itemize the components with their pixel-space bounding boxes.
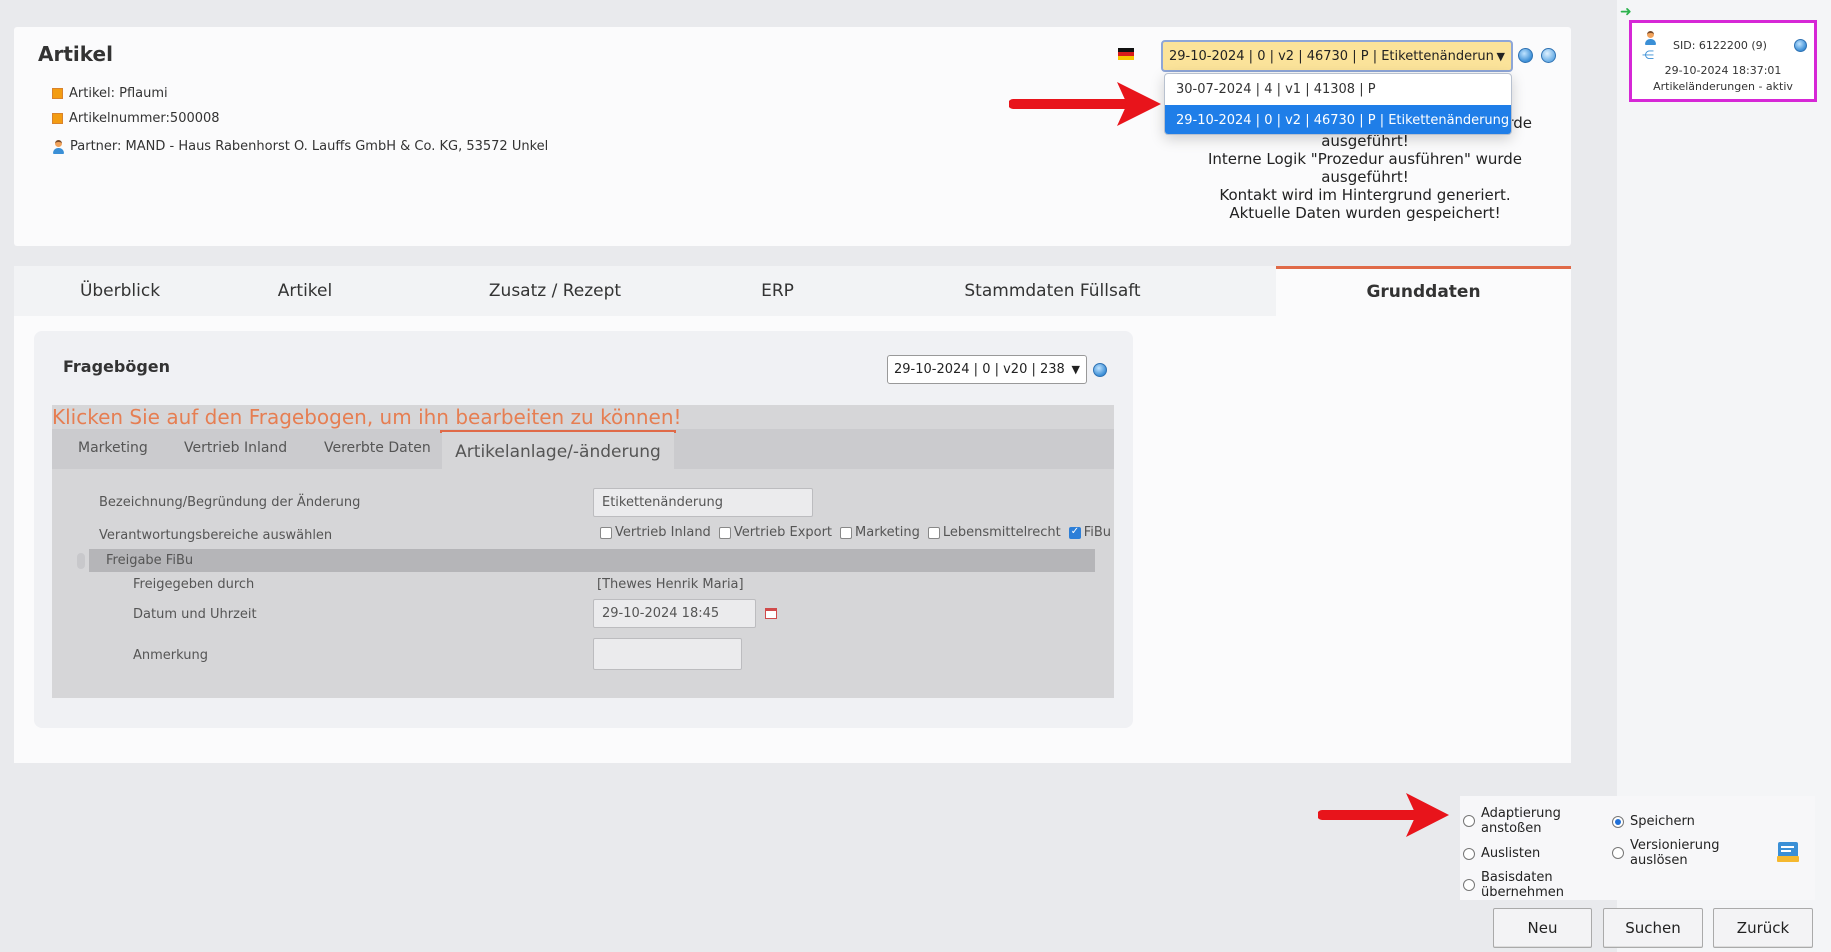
radio-auslisten[interactable]: Auslisten	[1463, 846, 1540, 861]
article-number-line: Artikelnummer:500008	[52, 111, 220, 126]
remark-label: Anmerkung	[133, 648, 208, 663]
article-name-line: Artikel: Pflaumi	[52, 86, 168, 101]
subtab-vertrieb-inland[interactable]: Vertrieb Inland	[184, 428, 287, 468]
calendar-icon[interactable]	[765, 608, 777, 619]
questionnaire-title: Fragebögen	[63, 357, 171, 376]
version-option-selected[interactable]: 29-10-2024 | 0 | v2 | 46730 | P | Etiket…	[1165, 105, 1511, 134]
tab-artikel[interactable]: Artikel	[255, 266, 355, 316]
message-line: Kontakt wird im Hintergrund generiert.	[1219, 186, 1511, 204]
tab-zusatz-rezept[interactable]: Zusatz / Rezept	[470, 266, 640, 316]
section-toggle-handle[interactable]	[77, 553, 85, 569]
checkbox-vertrieb-inland[interactable]: Vertrieb Inland	[600, 525, 711, 540]
checkbox-marketing[interactable]: Marketing	[840, 525, 920, 540]
released-by-value: [Thewes Henrik Maria]	[597, 577, 744, 592]
share-icon[interactable]: ⋲	[1642, 49, 1656, 61]
checkbox-vertrieb-export[interactable]: Vertrieb Export	[718, 525, 832, 540]
tab-erp[interactable]: ERP	[740, 266, 815, 316]
orange-square-icon	[52, 113, 63, 124]
session-timestamp: 29-10-2024 18:37:01	[1664, 64, 1782, 77]
new-button[interactable]: Neu	[1493, 908, 1592, 948]
subtab-artikelanlage[interactable]: Artikelanlage/-änderung	[442, 432, 674, 470]
session-status: Artikeländerungen - aktiv	[1653, 80, 1793, 93]
subtab-vererbte-daten[interactable]: Vererbte Daten	[324, 428, 431, 468]
back-button[interactable]: Zurück	[1713, 908, 1813, 948]
checkbox-lebensmittelrecht[interactable]: Lebensmittelrecht	[927, 525, 1061, 540]
areas-checkbox-group: Vertrieb Inland Vertrieb Export Marketin…	[600, 525, 1111, 540]
green-arrow-icon[interactable]: ➜	[1620, 4, 1632, 20]
reason-label: Bezeichnung/Begründung der Änderung	[99, 495, 361, 510]
radio-versionierung[interactable]: Versionierung auslösen	[1612, 838, 1720, 868]
article-number: Artikelnummer:500008	[69, 111, 220, 126]
edit-hint[interactable]: Klicken Sie auf den Fragebogen, um ihn b…	[52, 405, 682, 429]
session-box[interactable]: ⋲ SID: 6122200 (9) 29-10-2024 18:37:01 A…	[1629, 20, 1817, 102]
info-globe-icon[interactable]	[1541, 48, 1556, 63]
partner-name: Partner: MAND - Haus Rabenhorst O. Lauff…	[70, 139, 549, 154]
radio-basisdaten[interactable]: Basisdaten übernehmen	[1463, 870, 1564, 900]
chevron-down-icon: ▼	[1071, 363, 1080, 376]
questionnaire-select[interactable]: 29-10-2024 | 0 | v20 | 238 ▼	[887, 355, 1087, 384]
areas-label: Verantwortungsbereiche auswählen	[99, 528, 333, 543]
version-select-value: 29-10-2024 | 0 | v2 | 46730 | P | Etiket…	[1169, 48, 1493, 64]
message-line: Aktuelle Daten wurden gespeichert!	[1229, 204, 1501, 222]
person-icon	[52, 139, 64, 154]
message-line: Interne Logik "Prozedur ausführen" wurde	[1207, 150, 1523, 168]
radio-adaptierung[interactable]: Adaptierung anstoßen	[1463, 806, 1561, 836]
person-icon	[1644, 31, 1656, 45]
version-dropdown-list: 30-07-2024 | 4 | v1 | 41308 | P 29-10-20…	[1164, 73, 1512, 135]
red-arrow-annotation	[1009, 82, 1161, 126]
datetime-input[interactable]: 29-10-2024 18:45	[593, 599, 756, 628]
version-option[interactable]: 30-07-2024 | 4 | v1 | 41308 | P	[1165, 74, 1511, 105]
chevron-down-icon: ▼	[1496, 49, 1505, 63]
section-title: Freigabe FiBu	[106, 553, 194, 568]
search-button[interactable]: Suchen	[1603, 908, 1703, 948]
tab-grunddaten[interactable]: Grunddaten	[1276, 266, 1571, 316]
subtab-marketing[interactable]: Marketing	[78, 428, 148, 468]
page-title: Artikel	[38, 42, 113, 66]
tab-ueberblick[interactable]: Überblick	[60, 266, 180, 316]
radio-speichern[interactable]: Speichern	[1612, 814, 1695, 829]
remark-textarea[interactable]	[593, 638, 742, 670]
orange-square-icon	[52, 88, 63, 99]
german-flag-icon[interactable]	[1118, 48, 1134, 60]
refresh-globe-icon[interactable]	[1518, 48, 1533, 63]
datetime-label: Datum und Uhrzeit	[133, 607, 257, 622]
questionnaire-globe-icon[interactable]	[1093, 363, 1107, 377]
session-globe-icon[interactable]	[1794, 39, 1807, 52]
section-header-freigabe-fibu[interactable]: Freigabe FiBu	[89, 549, 1095, 572]
message-line: ausgeführt!	[1321, 168, 1409, 186]
version-select[interactable]: 29-10-2024 | 0 | v2 | 46730 | P | Etiket…	[1161, 40, 1513, 72]
red-arrow-annotation	[1318, 793, 1449, 837]
document-edit-icon[interactable]	[1775, 838, 1801, 864]
checkbox-fibu[interactable]: FiBu	[1068, 525, 1111, 540]
article-name: Artikel: Pflaumi	[69, 86, 168, 101]
tab-stammdaten-fuellsaft[interactable]: Stammdaten Füllsaft	[955, 266, 1150, 316]
session-id: SID: 6122200 (9)	[1673, 39, 1767, 52]
partner-line: Partner: MAND - Haus Rabenhorst O. Lauff…	[52, 139, 548, 154]
questionnaire-select-value: 29-10-2024 | 0 | v20 | 238	[894, 362, 1065, 377]
released-by-label: Freigegeben durch	[133, 577, 255, 592]
reason-input[interactable]: Etikettenänderung	[593, 488, 813, 517]
